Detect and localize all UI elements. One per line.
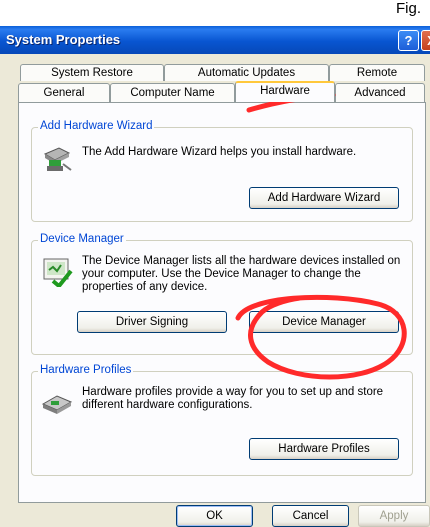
device-manager-icon — [43, 258, 73, 287]
hardware-profiles-group: Hardware Profiles Hardware profiles prov… — [31, 364, 413, 476]
hardware-profiles-icon — [41, 395, 73, 414]
group-title-add-hardware: Add Hardware Wizard — [38, 120, 155, 132]
driver-signing-button[interactable]: Driver Signing — [77, 311, 227, 333]
ok-button[interactable]: OK — [176, 505, 253, 527]
tab-automatic-updates[interactable]: Automatic Updates — [164, 64, 329, 81]
window-title: System Properties — [6, 32, 121, 47]
tab-computer-name[interactable]: Computer Name — [110, 83, 235, 103]
tab-advanced[interactable]: Advanced — [335, 83, 425, 103]
help-button[interactable]: ? — [398, 30, 419, 51]
tab-hardware[interactable]: Hardware — [235, 81, 335, 102]
add-hardware-wizard-button[interactable]: Add Hardware Wizard — [249, 187, 399, 209]
tab-system-restore[interactable]: System Restore — [20, 64, 164, 81]
system-properties-window: System Properties ? X System Restore Aut… — [0, 26, 430, 527]
cancel-button[interactable]: Cancel — [272, 505, 349, 527]
figure-label: Fig. — [396, 0, 422, 17]
add-hardware-wizard-icon — [43, 147, 72, 171]
add-hardware-wizard-group: Add Hardware Wizard The Add Hardware Wiz… — [31, 120, 413, 222]
device-manager-group: Device Manager The Device Manager lists … — [31, 233, 413, 355]
tab-general[interactable]: General — [18, 83, 110, 103]
group-title-device-manager: Device Manager — [38, 233, 126, 245]
add-hardware-description: The Add Hardware Wizard helps you instal… — [82, 146, 357, 158]
tab-remote[interactable]: Remote — [329, 64, 425, 81]
close-button[interactable]: X — [421, 30, 430, 51]
title-bar[interactable]: System Properties ? X — [0, 26, 430, 54]
group-title-hardware-profiles: Hardware Profiles — [38, 364, 134, 376]
hardware-profiles-button[interactable]: Hardware Profiles — [249, 438, 399, 460]
device-manager-description: The Device Manager lists all the hardwar… — [82, 255, 401, 293]
hardware-tab-panel: Add Hardware Wizard The Add Hardware Wiz… — [18, 102, 426, 503]
hardware-profiles-description: Hardware profiles provide a way for you … — [82, 386, 384, 411]
device-manager-button[interactable]: Device Manager — [249, 311, 399, 333]
apply-button[interactable]: Apply — [358, 505, 430, 527]
